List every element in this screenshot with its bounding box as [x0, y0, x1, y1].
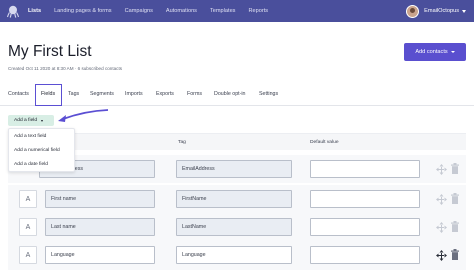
- header-tag: Tag: [178, 140, 186, 145]
- field-tag-input: EmailAddress: [176, 160, 292, 178]
- field-tag-input[interactable]: Language: [176, 246, 292, 264]
- menu-item-numerical-field[interactable]: Add a numerical field: [14, 148, 60, 153]
- add-field-menu: Add a text field Add a numerical field A…: [8, 128, 75, 172]
- field-name-input: First name: [45, 190, 155, 208]
- field-name-input: Last name: [45, 218, 155, 236]
- add-field-label: Add a field: [14, 118, 38, 123]
- fields-table-header: Tag Default value: [8, 133, 466, 150]
- move-icon: [436, 222, 447, 233]
- trash-icon: [451, 193, 459, 204]
- trash-icon: [451, 221, 459, 232]
- add-contacts-button[interactable]: Add contacts: [404, 43, 466, 61]
- move-icon[interactable]: [436, 250, 447, 261]
- table-row: ress EmailAddress: [8, 155, 466, 183]
- tab-tags[interactable]: Tags: [68, 91, 79, 97]
- default-value-input[interactable]: [310, 160, 420, 178]
- trash-icon[interactable]: [451, 249, 459, 260]
- header-default-value: Default value: [310, 140, 339, 145]
- chevron-down-icon: [450, 51, 455, 53]
- list-tabs: Contacts Fields Tags Segments Imports Ex…: [0, 84, 474, 106]
- tab-forms[interactable]: Forms: [187, 91, 202, 97]
- table-row: A First name FirstName: [8, 185, 466, 213]
- tab-segments[interactable]: Segments: [90, 91, 114, 97]
- menu-item-text-field[interactable]: Add a text field: [14, 134, 46, 139]
- move-icon: [436, 164, 447, 175]
- menu-item-date-field[interactable]: Add a date field: [14, 162, 48, 167]
- avatar[interactable]: [406, 4, 420, 18]
- user-menu[interactable]: EmailOctopus: [406, 0, 466, 22]
- tab-exports[interactable]: Exports: [156, 91, 174, 97]
- tab-contacts[interactable]: Contacts: [8, 91, 29, 97]
- list-meta: Created Oct 11 2020 at 8:30 AM · 6 subsc…: [8, 66, 123, 71]
- nav-reports[interactable]: Reports: [248, 8, 268, 14]
- move-icon: [436, 194, 447, 205]
- field-tag-input: FirstName: [176, 190, 292, 208]
- tab-imports[interactable]: Imports: [125, 91, 143, 97]
- page-title: My First List: [8, 43, 92, 60]
- text-type-icon: A: [19, 218, 37, 236]
- username: EmailOctopus: [424, 8, 459, 14]
- tab-settings[interactable]: Settings: [259, 91, 278, 97]
- tab-double-opt-in[interactable]: Double opt-in: [214, 91, 246, 97]
- nav-automations[interactable]: Automations: [166, 8, 197, 14]
- field-name-input[interactable]: Language: [45, 246, 155, 264]
- nav-campaigns[interactable]: Campaigns: [125, 8, 153, 14]
- table-row: A Last name LastName: [8, 213, 466, 241]
- text-type-icon: A: [19, 246, 37, 264]
- trash-icon: [451, 163, 459, 174]
- nav-landing-pages[interactable]: Landing pages & forms: [54, 8, 112, 14]
- add-contacts-label: Add contacts: [415, 49, 448, 55]
- chevron-down-icon: [41, 119, 44, 122]
- table-row: A Language Language: [8, 241, 466, 270]
- text-type-icon: A: [19, 190, 37, 208]
- chevron-down-icon: [462, 9, 466, 13]
- default-value-input[interactable]: [310, 190, 420, 208]
- octopus-logo-icon[interactable]: [2, 0, 24, 22]
- default-value-input[interactable]: [310, 218, 420, 236]
- annotation-arrow-icon: [58, 109, 109, 122]
- top-nav-bar: Lists Landing pages & forms Campaigns Au…: [0, 0, 474, 22]
- field-tag-input: LastName: [176, 218, 292, 236]
- default-value-input[interactable]: [310, 246, 420, 264]
- main-nav: Lists Landing pages & forms Campaigns Au…: [28, 8, 281, 14]
- nav-templates[interactable]: Templates: [210, 8, 236, 14]
- nav-lists[interactable]: Lists: [28, 8, 41, 14]
- fields-tab-highlight: [35, 84, 62, 106]
- add-field-button[interactable]: Add a field: [8, 115, 54, 126]
